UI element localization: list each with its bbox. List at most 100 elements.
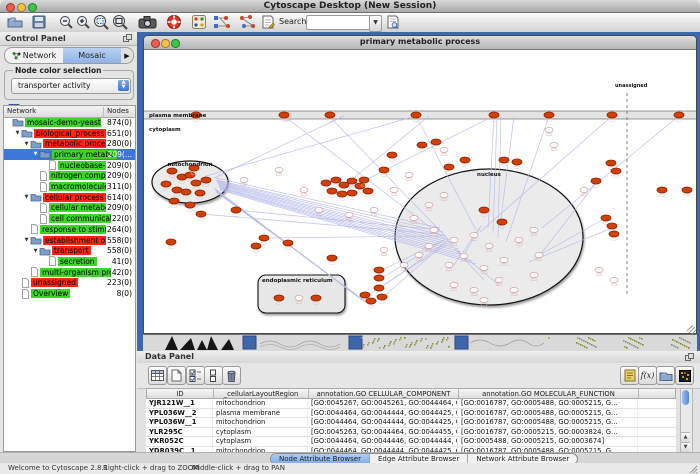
network-node[interactable] (366, 298, 376, 304)
network-node[interactable] (444, 164, 454, 170)
tree-row-label[interactable]: secretion (58, 257, 97, 266)
network-node[interactable] (279, 112, 289, 118)
table-cell[interactable]: mitochondrion (213, 399, 308, 408)
network-node-unselected[interactable] (480, 265, 488, 270)
network-node-unselected[interactable] (495, 277, 503, 282)
network-node-unselected[interactable] (470, 287, 478, 292)
table-cell[interactable]: [GO:0044464, GO:0044444, GO:0044425, G..… (308, 418, 458, 427)
network-node-unselected[interactable] (580, 187, 588, 192)
scroll-up-icon[interactable]: ▲ (681, 432, 690, 442)
tree-row[interactable]: ▼establishment of lo558(0) (4, 235, 135, 246)
scrollbar-thumb[interactable] (682, 390, 689, 405)
tree-row-label[interactable]: nitrogen compo (49, 171, 112, 180)
new-attribute-icon[interactable] (167, 366, 186, 385)
help-icon[interactable] (166, 14, 184, 30)
network-node-unselected[interactable] (430, 227, 438, 232)
node-color-select[interactable]: transporter activity ▲▼ (11, 78, 131, 94)
column-header[interactable]: annotation.GO MOLECULAR_FUNCTION (459, 389, 639, 398)
expand-icon[interactable]: ▼ (23, 237, 30, 243)
table-cell[interactable]: [GO:0016787, GO:0005488, GO:0005215, G..… (458, 409, 638, 418)
formula-icon[interactable]: f(x) (638, 366, 657, 385)
table-cell[interactable]: YPL036W__1 (146, 418, 213, 427)
network-node[interactable] (497, 219, 507, 225)
resize-grip-icon[interactable] (688, 464, 698, 474)
tree-row[interactable]: Overview8(0) (4, 288, 135, 299)
tree-row[interactable]: ▼primary metabo209(... (4, 149, 135, 160)
network-node[interactable] (169, 198, 179, 204)
network-node[interactable] (379, 167, 389, 173)
attribute-table-icon[interactable] (148, 366, 167, 385)
network-node[interactable] (606, 160, 616, 166)
float-data-panel-icon[interactable] (685, 353, 694, 361)
table-cell[interactable]: mitochondrion (213, 418, 308, 427)
network-node[interactable] (172, 187, 182, 193)
table-cell[interactable]: plasma membrane (213, 409, 308, 418)
network-node[interactable] (431, 139, 441, 145)
table-cell[interactable]: [GO:0016787, GO:0005215, GO:0003824, G..… (458, 428, 638, 437)
table-cell[interactable]: [GO:0045263, GO:0044464, GO:0044455, G..… (308, 428, 458, 437)
delete-attribute-icon[interactable] (222, 366, 241, 385)
network-node[interactable] (161, 181, 171, 187)
column-header[interactable]: _cellularLayoutRegion (214, 389, 309, 398)
network-canvas[interactable]: plasma membranecytoplasmmitochondrionnuc… (144, 50, 696, 334)
table-cell[interactable]: cytoplasm (213, 437, 308, 446)
tree-row-label[interactable]: transport (52, 246, 91, 255)
network-node-unselected[interactable] (370, 207, 378, 212)
float-panel-icon[interactable] (123, 34, 132, 42)
network-node-unselected[interactable] (390, 187, 398, 192)
tree-row[interactable]: secretion41(0) (4, 256, 135, 267)
network-node[interactable] (611, 168, 621, 174)
tree-row[interactable]: nucleobase-209(0) (4, 160, 135, 171)
tree-row[interactable]: ▼biological_process651(0) (4, 128, 135, 139)
network-node[interactable] (512, 159, 522, 165)
search-input[interactable] (306, 15, 374, 30)
network-node-unselected[interactable] (315, 207, 323, 212)
network-node-unselected[interactable] (295, 295, 303, 300)
network-node[interactable] (411, 112, 421, 118)
snapshot-icon[interactable] (138, 14, 156, 30)
tree-row-label[interactable]: cellular process (43, 193, 106, 202)
network-node[interactable] (359, 177, 369, 183)
network-node[interactable] (347, 178, 357, 184)
search-dropdown-icon[interactable]: ▼ (369, 15, 382, 32)
scroll-down-icon[interactable]: ▼ (681, 442, 690, 452)
network-node-unselected[interactable] (530, 227, 538, 232)
network-node[interactable] (607, 223, 617, 229)
table-cell[interactable]: YPL036W__2 (146, 409, 213, 418)
network-node-unselected[interactable] (460, 253, 468, 258)
network-node-unselected[interactable] (595, 267, 603, 272)
network-node[interactable] (417, 142, 427, 148)
table-cell[interactable]: YKR052C (146, 437, 213, 446)
select-attributes-icon[interactable] (186, 366, 205, 385)
network-node-unselected[interactable] (530, 272, 538, 277)
network-node[interactable] (191, 180, 201, 186)
table-row[interactable]: YLR295Ccytoplasm[GO:0045263, GO:0044464,… (146, 428, 676, 438)
table-row[interactable]: YJR121W__1mitochondrion[GO:0045267, GO:0… (146, 399, 676, 409)
network-node[interactable] (374, 275, 384, 281)
network-node-unselected[interactable] (500, 257, 508, 262)
view-resize-grip-icon[interactable] (687, 325, 696, 334)
tree-row-label[interactable]: multi-organism pro (40, 268, 116, 277)
matrix-icon[interactable] (675, 366, 694, 385)
network-node[interactable] (185, 172, 195, 178)
table-row[interactable]: YPL036W__2plasma membrane[GO:0044464, GO… (146, 409, 676, 419)
network-node[interactable] (327, 255, 337, 261)
network-node[interactable] (347, 190, 357, 196)
expand-icon[interactable]: ▼ (23, 141, 30, 147)
network-node[interactable] (311, 295, 321, 301)
network-node-unselected[interactable] (425, 243, 433, 248)
network-node[interactable] (607, 112, 617, 118)
network-node-unselected[interactable] (300, 187, 308, 192)
network-node-unselected[interactable] (425, 202, 433, 207)
tab-mosaic[interactable]: Mosaic (63, 48, 121, 63)
open-icon[interactable] (6, 14, 24, 30)
import-attributes-icon[interactable] (656, 366, 675, 385)
expand-icon[interactable]: ▼ (23, 194, 30, 200)
attribute-editor-icon[interactable] (620, 366, 639, 385)
network-node-unselected[interactable] (410, 215, 418, 220)
network-node-unselected[interactable] (445, 262, 453, 267)
network-node[interactable] (360, 292, 370, 298)
table-row[interactable]: YKR052Ccytoplasm[GO:0044464, GO:0044446,… (146, 437, 676, 447)
tree-row-label[interactable]: macromolecule (49, 182, 111, 191)
network-view-titlebar[interactable]: primary metabolic process (144, 36, 696, 50)
